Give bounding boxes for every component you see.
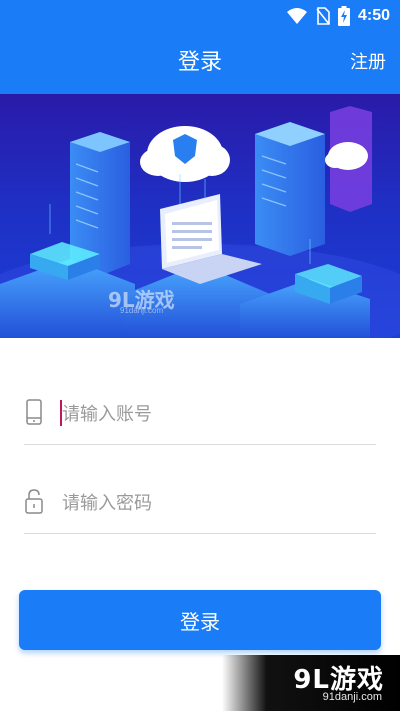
register-button[interactable]: 注册 bbox=[350, 32, 386, 94]
phone-icon bbox=[26, 399, 42, 425]
account-field bbox=[24, 384, 376, 445]
cloud-icon bbox=[140, 126, 230, 182]
page-title: 登录 bbox=[177, 50, 222, 75]
password-input[interactable] bbox=[60, 485, 364, 521]
status-icons: 4:50 bbox=[286, 5, 390, 27]
login-button[interactable]: 登录 bbox=[19, 590, 381, 650]
wifi-icon bbox=[286, 8, 307, 24]
text-caret bbox=[60, 400, 62, 426]
status-bar: 4:50 bbox=[0, 0, 400, 32]
watermark-badge: 9L游戏 91danji.com bbox=[222, 655, 400, 711]
app-bar: 登录 注册 bbox=[0, 32, 400, 94]
password-field bbox=[24, 473, 376, 534]
account-input[interactable] bbox=[60, 396, 364, 432]
battery-charging-icon bbox=[337, 6, 350, 26]
banner-illustration: 9L游戏 91danji.com bbox=[0, 94, 400, 338]
status-time: 4:50 bbox=[357, 7, 390, 24]
no-sim-icon bbox=[316, 7, 330, 25]
watermark-url: 91danji.com bbox=[322, 691, 382, 703]
banner-watermark-url: 91danji.com bbox=[120, 306, 164, 315]
lock-icon bbox=[25, 489, 43, 514]
server-illustration bbox=[0, 106, 400, 338]
